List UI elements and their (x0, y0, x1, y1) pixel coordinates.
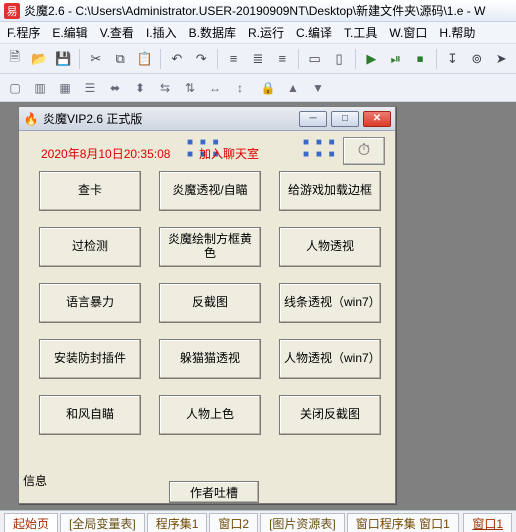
toolbar-main: 🗎 📂 💾 ✂ ⧉ 📋 ↶ ↷ ≡ ≣ ≡ ▭ ▯ ▶ ⏯ ⏹ ↧ ⊚ ➤ (0, 44, 516, 74)
send-back-icon[interactable]: ▼ (307, 77, 329, 99)
center-v-icon[interactable]: ⇅ (179, 77, 201, 99)
line-esp-win7-button[interactable]: 线条透视（win7） (279, 283, 381, 323)
player-color-button[interactable]: 人物上色 (159, 395, 261, 435)
separator (298, 49, 299, 69)
redo-icon[interactable]: ↷ (191, 48, 212, 70)
join-chat-label[interactable]: 加入聊天室 (199, 145, 259, 162)
new-icon[interactable]: 🗎 (4, 48, 25, 70)
tab-globals[interactable]: [全局变量表] (60, 513, 145, 532)
grid-icon[interactable]: ▦ (54, 77, 76, 99)
hideseek-esp-button[interactable]: 躲猫猫透视 (159, 339, 261, 379)
tab-images[interactable]: [图片资源表] (260, 513, 345, 532)
workspace: 🔥 炎魔VIP2.6 正式版 ─ □ ✕ ■ ■ ■ ■ ■ ■ ■ ■ ■ ■… (0, 102, 516, 510)
separator (79, 49, 80, 69)
align-right-icon[interactable]: ≡ (272, 48, 293, 70)
center-h-icon[interactable]: ⇆ (154, 77, 176, 99)
close-anti-ss-button[interactable]: 关闭反截图 (279, 395, 381, 435)
arrow-icon[interactable]: ➤ (491, 48, 512, 70)
chat-spam-button[interactable]: 语言暴力 (39, 283, 141, 323)
separator (355, 49, 356, 69)
maximize-button[interactable]: □ (331, 111, 359, 127)
stop-icon[interactable]: ⏹ (409, 48, 430, 70)
check-card-button[interactable]: 查卡 (39, 171, 141, 211)
menu-insert[interactable]: I.插入 (143, 24, 180, 41)
menu-edit[interactable]: E.编辑 (49, 24, 90, 41)
install-antiban-button[interactable]: 安装防封插件 (39, 339, 141, 379)
menu-view[interactable]: V.查看 (97, 24, 137, 41)
v-align-icon[interactable]: ⬍ (129, 77, 151, 99)
load-border-button[interactable]: 给游戏加载边框 (279, 171, 381, 211)
author-comment-button[interactable]: 作者吐槽 (169, 481, 259, 503)
player-esp-win7-button[interactable]: 人物透视（win7） (279, 339, 381, 379)
player-esp-button[interactable]: 人物透视 (279, 227, 381, 267)
timestamp-label: 2020年8月10日20:35:08 (41, 145, 170, 162)
menu-program[interactable]: F.程序 (4, 24, 43, 41)
align-left-icon[interactable]: ≡ (223, 48, 244, 70)
tab-window2[interactable]: 窗口2 (209, 513, 258, 532)
boxes-icon[interactable]: ▥ (29, 77, 51, 99)
toolbar-layout: ▢ ▥ ▦ ☰ ⬌ ⬍ ⇆ ⇅ ↔ ↕ 🔒 ▲ ▼ (0, 74, 516, 102)
selection-handle-icon[interactable]: ■ ■ ■ (303, 137, 337, 148)
record-icon[interactable]: ⊚ (466, 48, 487, 70)
draw-box-yellow-button[interactable]: 炎魔绘制方框黄色 (159, 227, 261, 267)
app-icon: 易 (4, 3, 20, 19)
separator (436, 49, 437, 69)
docs-icon[interactable]: ▯ (328, 48, 349, 70)
doc-icon[interactable]: ▭ (304, 48, 325, 70)
tab-strip: 起始页 [全局变量表] 程序集1 窗口2 [图片资源表] 窗口程序集 窗口1 窗… (0, 510, 516, 532)
window-title: 炎魔2.6 - C:\Users\Administrator.USER-2019… (24, 2, 485, 19)
child-app-icon: 🔥 (23, 111, 39, 127)
lock-icon[interactable]: 🔒 (257, 77, 279, 99)
child-title-bar[interactable]: 🔥 炎魔VIP2.6 正式版 ─ □ ✕ (19, 107, 395, 131)
menu-run[interactable]: R.运行 (245, 24, 287, 41)
undo-icon[interactable]: ↶ (166, 48, 187, 70)
tab-module1[interactable]: 程序集1 (147, 513, 208, 532)
bypass-button[interactable]: 过检测 (39, 227, 141, 267)
child-title-text: 炎魔VIP2.6 正式版 (43, 110, 142, 127)
menu-help[interactable]: H.帮助 (436, 24, 478, 41)
menu-bar: F.程序 E.编辑 V.查看 I.插入 B.数据库 R.运行 C.编译 T.工具… (0, 22, 516, 44)
info-label: 信息 (23, 472, 47, 489)
button-grid: 查卡 炎魔透视/自瞄 给游戏加载边框 过检测 炎魔绘制方框黄色 人物透视 语言暴… (39, 171, 381, 435)
child-body: ■ ■ ■ ■ ■ ■ ■ ■ ■ ■ ■ ■ 2020年8月10日20:35:… (19, 131, 395, 503)
separator (217, 49, 218, 69)
menu-tools[interactable]: T.工具 (341, 24, 380, 41)
dist-v-icon[interactable]: ↕ (229, 77, 251, 99)
separator (160, 49, 161, 69)
hefeng-aimbot-button[interactable]: 和风自瞄 (39, 395, 141, 435)
clock-button[interactable]: ⏱ (343, 137, 385, 165)
copy-icon[interactable]: ⧉ (109, 48, 130, 70)
save-icon[interactable]: 💾 (53, 48, 74, 70)
paste-icon[interactable]: 📋 (134, 48, 155, 70)
selection-handle-icon[interactable]: ■ ■ ■ (303, 149, 337, 160)
tab-start[interactable]: 起始页 (4, 513, 58, 532)
child-window: 🔥 炎魔VIP2.6 正式版 ─ □ ✕ ■ ■ ■ ■ ■ ■ ■ ■ ■ ■… (18, 106, 396, 504)
clock-icon: ⏱ (358, 142, 370, 160)
minimize-button[interactable]: ─ (299, 111, 327, 127)
anti-screenshot-button[interactable]: 反截图 (159, 283, 261, 323)
menu-database[interactable]: B.数据库 (186, 24, 239, 41)
esp-aimbot-button[interactable]: 炎魔透视/自瞄 (159, 171, 261, 211)
menu-compile[interactable]: C.编译 (293, 24, 335, 41)
align-center-icon[interactable]: ≣ (247, 48, 268, 70)
main-title-bar: 易 炎魔2.6 - C:\Users\Administrator.USER-20… (0, 0, 516, 22)
stack-icon[interactable]: ☰ (79, 77, 101, 99)
tab-window1[interactable]: 窗口1 (463, 513, 512, 532)
run-to-icon[interactable]: ⏯ (385, 48, 406, 70)
tab-winmodule-win1[interactable]: 窗口程序集 窗口1 (347, 513, 459, 532)
h-align-icon[interactable]: ⬌ (104, 77, 126, 99)
close-button[interactable]: ✕ (363, 111, 391, 127)
bring-front-icon[interactable]: ▲ (282, 77, 304, 99)
dist-h-icon[interactable]: ↔ (204, 77, 226, 99)
step-icon[interactable]: ↧ (442, 48, 463, 70)
box-icon[interactable]: ▢ (4, 77, 26, 99)
run-icon[interactable]: ▶ (361, 48, 382, 70)
menu-window[interactable]: W.窗口 (386, 24, 430, 41)
cut-icon[interactable]: ✂ (85, 48, 106, 70)
open-icon[interactable]: 📂 (28, 48, 49, 70)
